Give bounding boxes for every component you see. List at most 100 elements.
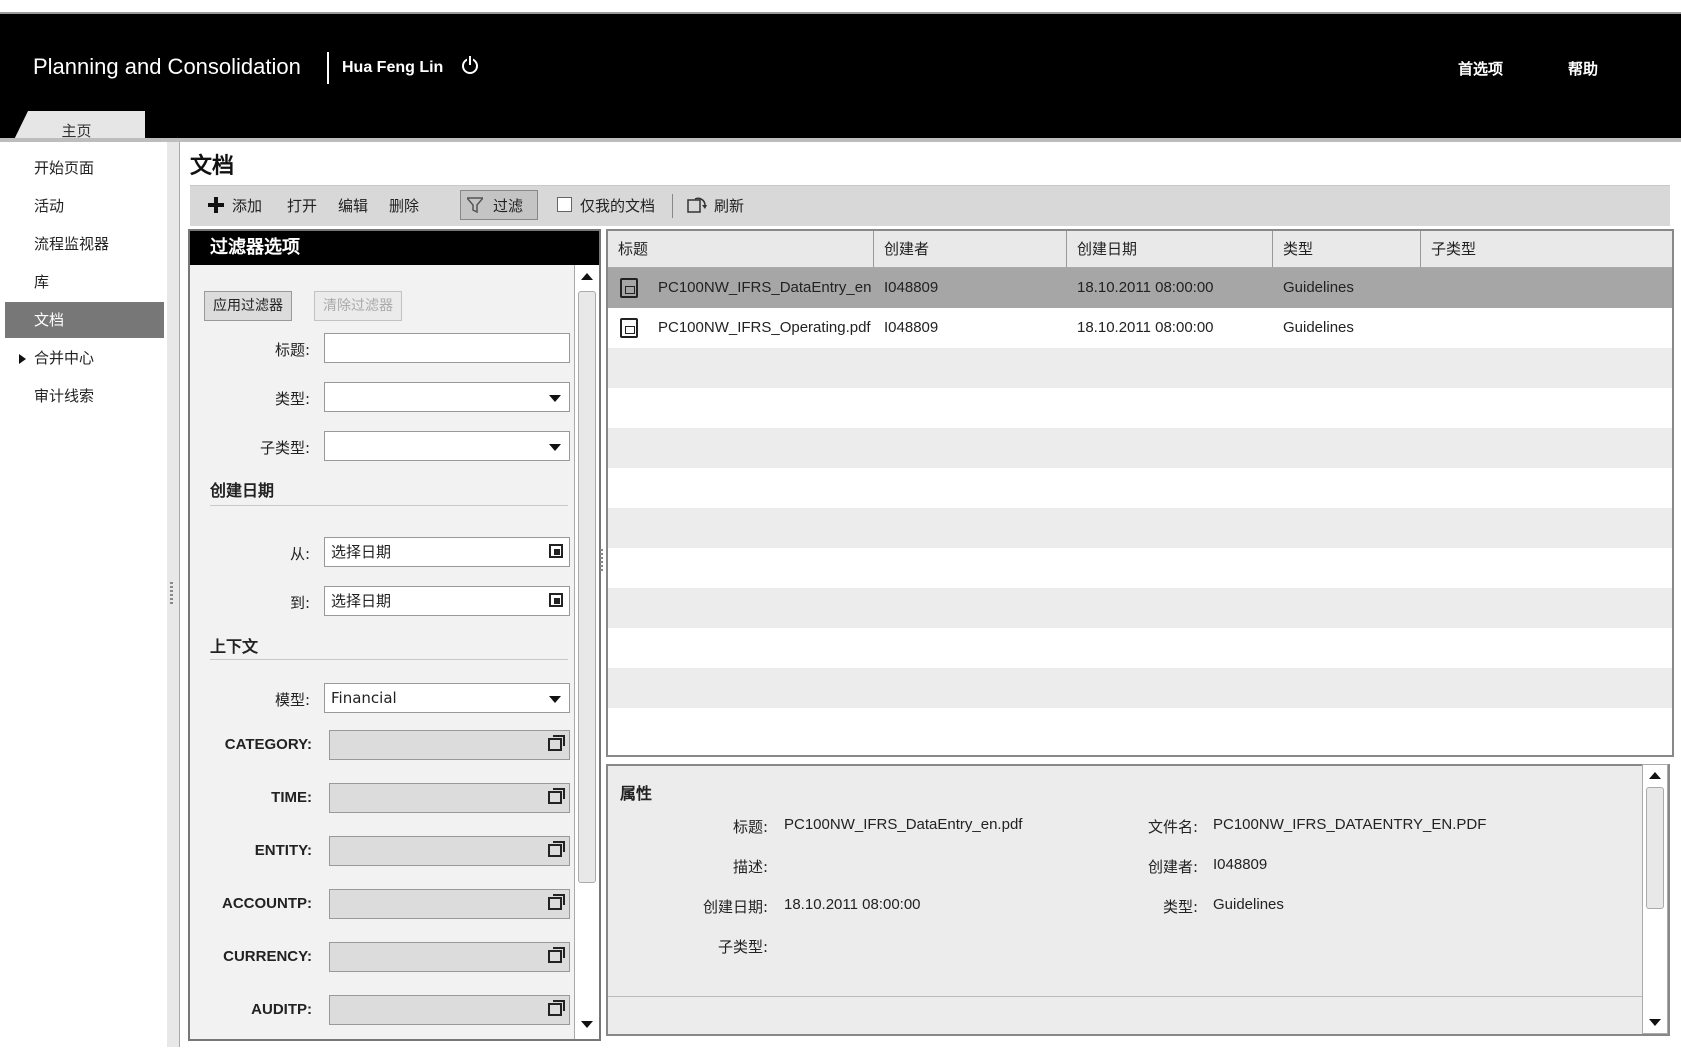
scroll-down-icon[interactable] xyxy=(1649,1019,1661,1026)
filter-scrollbar[interactable] xyxy=(574,265,599,1039)
add-button[interactable]: 添加 xyxy=(232,195,262,216)
nav-item-start-page[interactable]: 开始页面 xyxy=(5,150,164,186)
expand-arrow-icon[interactable] xyxy=(19,354,26,364)
prop-creator-label: 创建者: xyxy=(1147,858,1198,876)
clear-filter-button[interactable]: 清除过滤器 xyxy=(314,291,402,321)
value-help-icon[interactable] xyxy=(548,735,565,751)
column-header-subtype[interactable]: 子类型 xyxy=(1421,231,1672,267)
refresh-button[interactable]: 刷新 xyxy=(714,195,744,216)
delete-button[interactable]: 删除 xyxy=(389,195,419,216)
accountp-label: ACCOUNTP: xyxy=(222,895,312,912)
refresh-icon[interactable] xyxy=(687,197,707,215)
column-header-type[interactable]: 类型 xyxy=(1273,231,1421,267)
filter-button[interactable]: 过滤 xyxy=(460,190,538,220)
toolbar-separator xyxy=(672,194,673,218)
row-created-date: 18.10.2011 08:00:00 xyxy=(1077,319,1214,336)
currency-input[interactable] xyxy=(329,942,570,972)
app-header: Planning and Consolidation Hua Feng Lin … xyxy=(0,14,1681,152)
properties-scrollbar[interactable] xyxy=(1642,764,1668,1034)
prop-title-value: PC100NW_IFRS_DataEntry_en.pdf xyxy=(784,816,1023,833)
calendar-icon[interactable] xyxy=(549,544,563,558)
category-input[interactable] xyxy=(329,730,570,760)
nav-item-library[interactable]: 库 xyxy=(5,264,164,300)
entity-input[interactable] xyxy=(329,836,570,866)
section-divider xyxy=(608,996,1648,997)
properties-title: 属性 xyxy=(620,784,653,803)
value-help-icon[interactable] xyxy=(548,947,565,963)
nav-item-activities[interactable]: 活动 xyxy=(5,188,164,224)
column-header-creator[interactable]: 创建者 xyxy=(874,231,1067,267)
scroll-up-icon[interactable] xyxy=(1649,772,1661,779)
preferences-link[interactable]: 首选项 xyxy=(1458,58,1503,79)
row-type: Guidelines xyxy=(1283,279,1354,296)
column-header-created-date[interactable]: 创建日期 xyxy=(1067,231,1273,267)
scroll-down-icon[interactable] xyxy=(581,1021,593,1028)
scroll-thumb[interactable] xyxy=(578,291,596,883)
time-input[interactable] xyxy=(329,783,570,813)
value-help-icon[interactable] xyxy=(548,788,565,804)
my-docs-checkbox[interactable] xyxy=(557,197,572,212)
edit-button[interactable]: 编辑 xyxy=(338,195,368,216)
from-date-input[interactable]: 选择日期 xyxy=(324,537,570,567)
properties-panel: 属性 标题: PC100NW_IFRS_DataEntry_en.pdf 描述:… xyxy=(606,764,1670,1036)
app-title: Planning and Consolidation xyxy=(33,54,301,79)
scroll-up-icon[interactable] xyxy=(581,273,593,280)
row-title: PC100NW_IFRS_Operating.pdf xyxy=(658,319,871,336)
row-creator: I048809 xyxy=(884,279,939,296)
filter-button-label: 过滤 xyxy=(493,197,524,215)
page-title: 文档 xyxy=(190,154,235,179)
accountp-input[interactable] xyxy=(329,889,570,919)
apply-filter-button[interactable]: 应用过滤器 xyxy=(204,291,292,321)
power-icon[interactable] xyxy=(462,56,478,74)
value-help-icon[interactable] xyxy=(548,841,565,857)
window-top-border xyxy=(0,0,1681,15)
nav-item-label: 合并中心 xyxy=(34,349,95,367)
empty-row xyxy=(608,588,1672,628)
value-help-icon[interactable] xyxy=(548,1000,565,1016)
user-name: Hua Feng Lin xyxy=(342,59,444,76)
document-icon xyxy=(620,318,638,338)
model-select[interactable]: Financial xyxy=(324,683,570,713)
title-filter-input[interactable] xyxy=(324,333,570,363)
panel-splitter[interactable] xyxy=(598,229,606,1037)
to-date-placeholder: 选择日期 xyxy=(331,592,392,610)
subtype-filter-select[interactable] xyxy=(324,431,570,461)
time-label: TIME: xyxy=(271,789,312,806)
auditp-input[interactable] xyxy=(329,995,570,1025)
add-icon[interactable] xyxy=(208,197,224,213)
row-subtype xyxy=(1431,268,1661,308)
auditp-label: AUDITP: xyxy=(251,1001,312,1018)
nav-item-consolidation-center[interactable]: 合并中心 xyxy=(5,340,164,376)
calendar-icon[interactable] xyxy=(549,593,563,607)
type-filter-select[interactable] xyxy=(324,382,570,412)
column-header-title[interactable]: 标题 xyxy=(608,231,874,267)
table-row[interactable]: PC100NW_IFRS_DataEntry_en.pdf I048809 18… xyxy=(608,268,1672,308)
table-row[interactable]: PC100NW_IFRS_Operating.pdf I048809 18.10… xyxy=(608,308,1672,348)
scroll-thumb[interactable] xyxy=(1646,787,1664,909)
filter-panel-title: 过滤器选项 xyxy=(190,231,599,265)
section-divider xyxy=(210,659,568,660)
to-date-input[interactable]: 选择日期 xyxy=(324,586,570,616)
nav-item-process-monitor[interactable]: 流程监视器 xyxy=(5,226,164,262)
nav-item-documents[interactable]: 文档 xyxy=(5,302,164,338)
model-label: 模型: xyxy=(274,691,310,709)
filter-icon xyxy=(467,197,483,213)
nav-item-audit-trail[interactable]: 审计线索 xyxy=(5,378,164,414)
value-help-icon[interactable] xyxy=(548,894,565,910)
prop-creator-value: I048809 xyxy=(1213,856,1268,873)
table-header: 标题 创建者 创建日期 类型 子类型 xyxy=(608,231,1672,268)
empty-row xyxy=(608,668,1672,708)
document-icon xyxy=(620,278,638,298)
open-button[interactable]: 打开 xyxy=(287,195,317,216)
type-filter-label: 类型: xyxy=(274,390,310,408)
splitter-grip-icon[interactable] xyxy=(170,582,173,604)
chevron-down-icon xyxy=(549,444,561,451)
nav-splitter[interactable] xyxy=(167,142,180,1047)
section-divider xyxy=(210,505,568,506)
help-link[interactable]: 帮助 xyxy=(1568,58,1598,79)
splitter-grip-icon[interactable] xyxy=(600,549,603,571)
row-subtype xyxy=(1431,308,1661,348)
row-title: PC100NW_IFRS_DataEntry_en.pdf xyxy=(658,279,872,296)
row-creator: I048809 xyxy=(884,319,939,336)
context-section: 上下文 xyxy=(210,637,259,656)
